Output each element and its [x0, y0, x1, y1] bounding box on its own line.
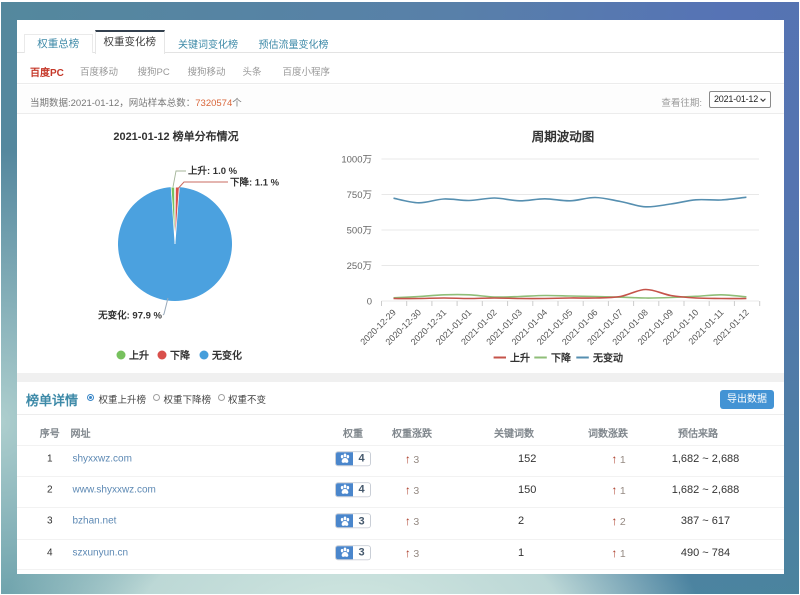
svg-text:1000万: 1000万 — [341, 155, 372, 166]
svg-text:750万: 750万 — [347, 190, 372, 201]
svg-text:无变化: 97.9 %: 无变化: 97.9 % — [97, 310, 162, 322]
svg-text:上升: 1.0 %: 上升: 1.0 % — [188, 165, 238, 177]
svg-text:500万: 500万 — [347, 226, 372, 237]
svg-text:无变动: 无变动 — [592, 352, 623, 365]
svg-text:无变化: 无变化 — [211, 349, 242, 362]
svg-text:0: 0 — [367, 297, 372, 308]
svg-text:下降: 1.1 %: 下降: 1.1 % — [230, 177, 280, 189]
svg-text:上升: 上升 — [129, 349, 149, 362]
svg-text:上升: 上升 — [510, 352, 530, 365]
svg-text:下降: 下降 — [551, 352, 572, 365]
svg-text:周期波动图: 周期波动图 — [532, 129, 595, 144]
svg-text:250万: 250万 — [347, 261, 372, 272]
svg-text:下降: 下降 — [170, 349, 191, 362]
svg-text:2021-01-12 榜单分布情况: 2021-01-12 榜单分布情况 — [113, 129, 238, 143]
